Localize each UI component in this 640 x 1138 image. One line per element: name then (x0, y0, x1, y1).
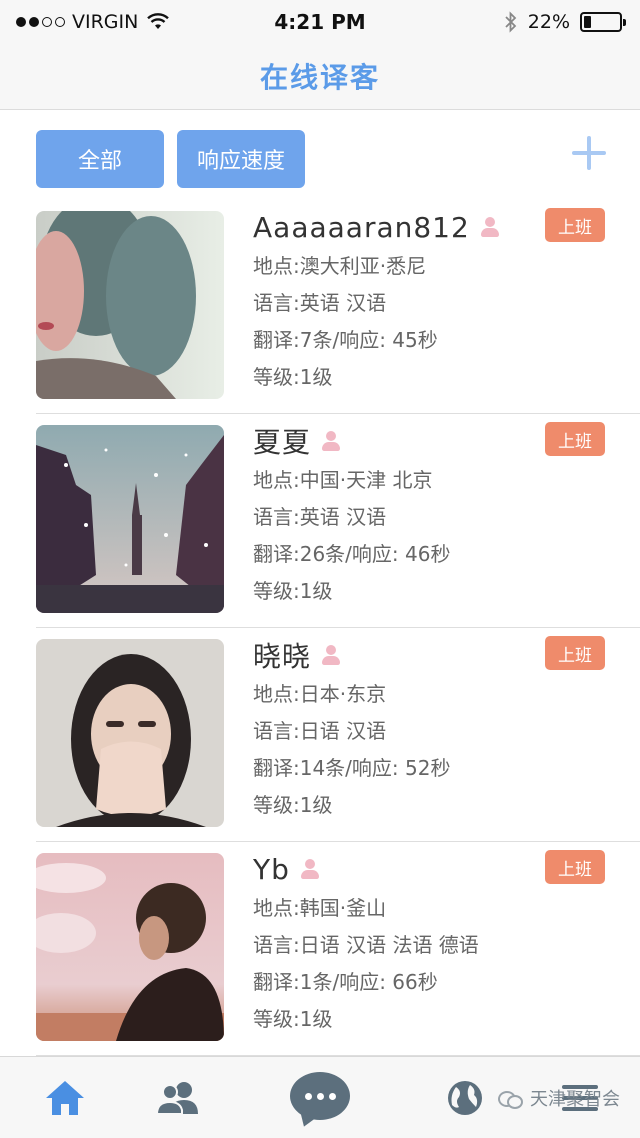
translator-stats: 翻译:26条/响应: 46秒 (253, 542, 451, 566)
translator-stats: 翻译:1条/响应: 66秒 (253, 970, 438, 994)
plus-icon[interactable] (572, 136, 606, 170)
battery-icon (580, 12, 626, 32)
watermark-text: 天津聚智会 (530, 1089, 620, 1110)
filter-speed-button[interactable]: 响应速度 (177, 130, 305, 188)
status-right: 22% (504, 11, 626, 33)
avatar[interactable] (36, 639, 224, 827)
tab-chat[interactable] (278, 1057, 362, 1138)
person-icon (300, 858, 320, 880)
translator-row[interactable]: Yb 地点:韩国·釜山 语言:日语 汉语 法语 德语 翻译:1条/响应: 66秒… (36, 842, 640, 1056)
filter-row: 全部 响应速度 (36, 130, 640, 188)
tab-contacts[interactable] (138, 1057, 218, 1138)
translator-languages: 语言:日语 汉语 法语 德语 (253, 933, 479, 957)
translator-row[interactable]: Aaaaaaran812 地点:澳大利亚·悉尼 语言:英语 汉语 翻译:7条/响… (36, 200, 640, 414)
translator-row[interactable]: 夏夏 地点:中国·天津 北京 语言:英语 汉语 翻译:26条/响应: 46秒 等… (36, 414, 640, 628)
translator-level: 等级:1级 (253, 1007, 333, 1031)
translator-row[interactable]: 晓晓 地点:日本·东京 语言:日语 汉语 翻译:14条/响应: 52秒 等级:1… (36, 628, 640, 842)
tab-globe[interactable] (425, 1057, 505, 1138)
bluetooth-icon (505, 11, 517, 33)
nav-bar: 在线译客 (0, 44, 640, 110)
translator-stats: 翻译:14条/响应: 52秒 (253, 756, 451, 780)
contacts-icon (156, 1082, 198, 1115)
translator-languages: 语言:英语 汉语 (253, 505, 387, 529)
translator-location: 地点:澳大利亚·悉尼 (253, 254, 427, 278)
translator-name: Aaaaaaran812 (253, 210, 470, 244)
filter-all-button[interactable]: 全部 (36, 130, 164, 188)
translator-level: 等级:1级 (253, 793, 333, 817)
home-icon (46, 1081, 84, 1115)
translator-languages: 语言:英语 汉语 (253, 291, 387, 315)
person-icon (321, 644, 341, 666)
battery-level (584, 16, 592, 28)
avatar[interactable] (36, 425, 224, 613)
avatar[interactable] (36, 211, 224, 399)
status-badge: 上班 (545, 208, 605, 242)
translator-name: Yb (253, 852, 290, 886)
translator-location: 地点:中国·天津 北京 (253, 468, 433, 492)
tab-home[interactable] (25, 1057, 105, 1138)
translator-languages: 语言:日语 汉语 (253, 719, 387, 743)
person-icon (480, 216, 500, 238)
translator-location: 地点:韩国·釜山 (253, 896, 387, 920)
person-icon (321, 430, 341, 452)
avatar[interactable] (36, 853, 224, 1041)
translator-level: 等级:1级 (253, 579, 333, 603)
page-title: 在线译客 (259, 61, 380, 94)
wechat-logo-icon (498, 1088, 523, 1109)
chat-icon (290, 1072, 350, 1120)
watermark: 天津聚智会 (498, 1085, 620, 1111)
globe-icon (448, 1081, 482, 1115)
translator-stats: 翻译:7条/响应: 45秒 (253, 328, 438, 352)
translator-list: Aaaaaaran812 地点:澳大利亚·悉尼 语言:英语 汉语 翻译:7条/响… (0, 200, 640, 1056)
translator-level: 等级:1级 (253, 365, 333, 389)
status-bar: VIRGIN 4:21 PM 22% (0, 0, 640, 44)
status-badge: 上班 (545, 636, 605, 670)
status-badge: 上班 (545, 422, 605, 456)
status-badge: 上班 (545, 850, 605, 884)
battery-percent: 22% (527, 11, 570, 33)
translator-name: 晓晓 (253, 640, 312, 673)
translator-location: 地点:日本·东京 (253, 682, 387, 706)
translator-name: 夏夏 (253, 426, 312, 459)
